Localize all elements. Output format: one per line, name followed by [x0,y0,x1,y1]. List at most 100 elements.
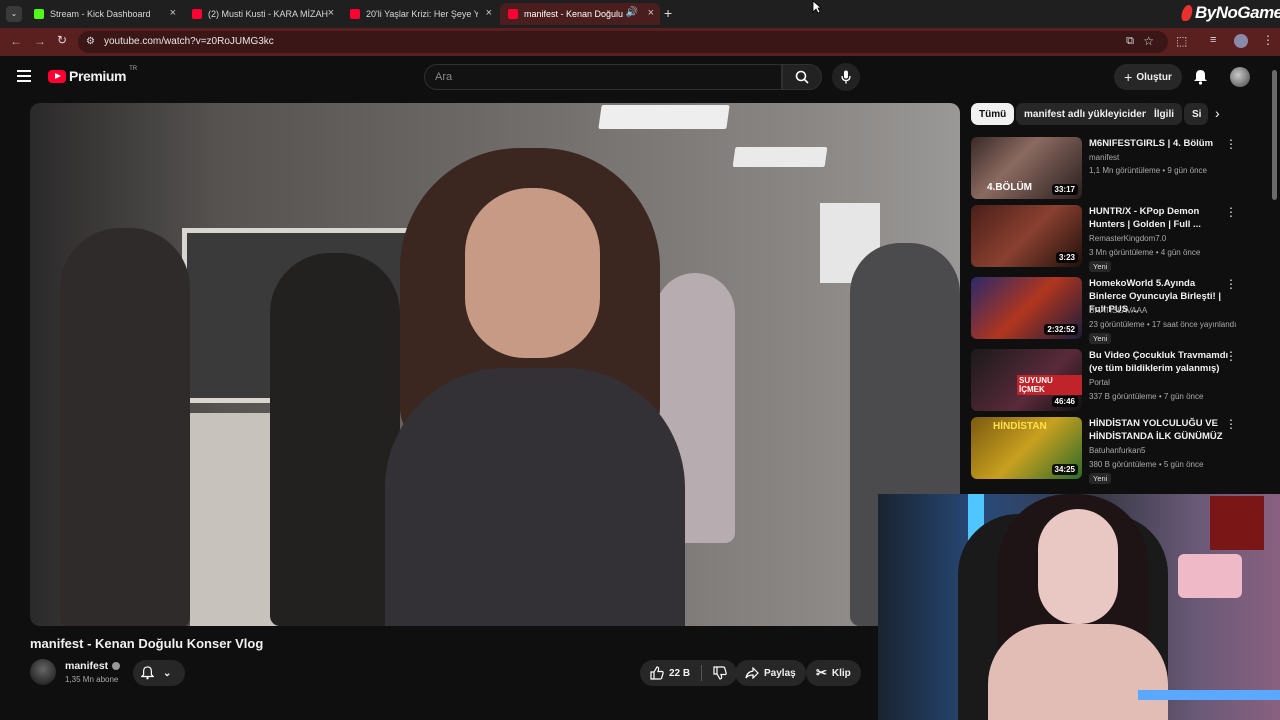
chips-next-arrow-icon[interactable]: › [1215,105,1220,121]
person-black-outfit [270,253,400,626]
site-info-icon[interactable]: ⚙ [86,36,95,47]
close-tab-icon[interactable]: × [648,7,654,19]
new-tab-icon[interactable]: + [664,5,672,21]
share-button[interactable]: Paylaş [735,660,806,686]
scissors-icon: ✂ [816,665,827,680]
video-duration: 3:23 [1055,252,1078,263]
recommendation-item[interactable]: SUYUNU İÇMEK 46:46 Bu Video Çocukluk Tra… [971,349,1261,415]
pillow-decoration [1178,554,1242,598]
search-placeholder: Ara [435,71,453,83]
extensions-icon[interactable]: ⬚ [1176,34,1187,48]
share-label: Paylaş [764,667,796,679]
new-badge: Yeni [1089,261,1112,272]
forward-arrow-icon[interactable]: → [34,34,46,48]
search-input[interactable]: Ara [424,64,782,90]
clip-button[interactable]: ✂ Klip [806,660,861,686]
reload-icon[interactable]: ↻ [57,33,67,47]
kick-favicon-icon [34,9,44,19]
recommendation-channel: BRATISLAVAAA [1089,306,1148,315]
share-arrow-icon [745,667,759,679]
voice-search-button[interactable] [832,63,860,91]
more-actions-icon[interactable]: ⋮ [1225,349,1237,363]
video-player[interactable] [30,103,960,626]
recommendation-item[interactable]: 3:23 HUNTR/X - KPop Demon Hunters | Gold… [971,205,1261,272]
more-actions-icon[interactable]: ⋮ [1225,205,1237,219]
install-app-icon[interactable]: ⧉ [1126,35,1134,48]
like-button[interactable]: 22 B [640,660,738,686]
search-button[interactable] [782,64,822,90]
channel-name[interactable]: manifest [65,660,121,672]
main-subject-top [385,368,685,626]
youtube-logo[interactable]: Premium TR [48,66,138,84]
more-actions-icon[interactable]: ⋮ [1225,277,1237,291]
bynogame-logo: ByNoGame [1180,2,1280,24]
ceiling-light [598,105,730,129]
close-tab-icon[interactable]: × [328,7,334,19]
subscriber-count: 1,35 Mn abone [65,675,119,684]
clip-label: Klip [831,667,851,679]
browser-tab[interactable]: (2) Musti Kusti - KARA MİZAH × [184,3,340,25]
bookmark-star-icon[interactable]: ☆ [1143,34,1154,48]
back-arrow-icon[interactable]: ← [10,34,22,48]
recommendation-title: HUNTR/X - KPop Demon Hunters | Golden | … [1089,206,1201,230]
page-scrollbar[interactable] [1272,70,1277,200]
youtube-favicon-icon [192,9,202,19]
close-tab-icon[interactable]: × [170,7,176,19]
more-actions-icon[interactable]: ⋮ [1225,417,1237,431]
microphone-icon [841,70,851,84]
channel-avatar[interactable] [30,659,56,685]
recommendation-channel: manifest [1089,153,1120,162]
browser-toolbar: ← → ↻ ⚙ youtube.com/watch?v=z0RoJUMG3kc … [0,28,1280,56]
chip-related[interactable]: İlgili [1146,103,1182,125]
poster-decoration [1210,496,1264,550]
tab-list-dropdown-icon[interactable]: ⌄ [6,6,22,22]
new-badge: Yeni [1089,333,1112,344]
address-bar[interactable]: ⚙ youtube.com/watch?v=z0RoJUMG3kc ⧉ ☆ [78,31,1168,53]
account-avatar[interactable] [1230,67,1250,87]
video-duration: 2:32:52 [1044,324,1078,335]
recommendation-item[interactable]: 4.BÖLÜM 33:17 M6NIFESTGIRLS | 4. Bölüm m… [971,137,1261,203]
recommendation-item[interactable]: HİNDİSTAN 34:25 HİNDİSTAN YOLCULUĞU VE H… [971,417,1261,484]
recommendation-item[interactable]: 2:32:52 HomekoWorld 5.Ayında Binlerce Oy… [971,277,1261,344]
ceiling-light [732,147,828,167]
streamer-shoulders [988,624,1168,720]
create-button[interactable]: + Oluştur [1114,64,1182,90]
hamburger-menu-icon[interactable] [17,70,31,82]
thumbs-up-icon [650,666,664,680]
webcam-overlay [878,494,1280,720]
profile-avatar-icon[interactable] [1234,34,1248,48]
browser-tab[interactable]: Stream - Kick Dashboard × [26,3,182,25]
more-actions-icon[interactable]: ⋮ [1225,137,1237,151]
thumbs-down-icon[interactable] [713,666,727,680]
recommendation-meta: 337 B görüntüleme • 7 gün önce [1089,392,1204,401]
recommendation-meta: 380 B görüntüleme • 5 gün önce [1089,460,1204,469]
streamer-face [1038,509,1118,624]
thumbnail-overlay-text: SUYUNU İÇMEK [1017,375,1082,395]
country-badge: TR [129,66,138,72]
video-title: manifest - Kenan Doğulu Konser Vlog [30,636,264,651]
bynogame-flame-icon [1180,5,1194,21]
video-thumbnail: 2:32:52 [971,277,1082,339]
notifications-bell-icon[interactable] [1193,69,1208,85]
video-thumbnail: 3:23 [971,205,1082,267]
browser-tab-active[interactable]: manifest - Kenan Doğulu K 🔊 × [500,3,660,25]
browser-tab[interactable]: 20'li Yaşlar Krizi: Her Şeye Yenid × [342,3,498,25]
audio-playing-icon[interactable]: 🔊 [626,7,638,18]
channel-name-text: manifest [65,660,109,672]
recommendation-meta: 23 görüntüleme • 17 saat önce yayınlandı [1089,320,1237,329]
close-tab-icon[interactable]: × [486,7,492,19]
video-duration: 34:25 [1051,464,1078,475]
chip-all[interactable]: Tümü [971,103,1015,125]
browser-menu-icon[interactable]: ⋮ [1262,33,1274,47]
media-controls-icon[interactable]: ≡ [1210,34,1216,46]
chip-from-uploader[interactable]: manifest adlı yükleyiciden [1016,103,1156,125]
main-subject-face [465,188,600,358]
tab-label: (2) Musti Kusti - KARA MİZAH [208,9,329,19]
video-thumbnail: 4.BÖLÜM 33:17 [971,137,1082,199]
youtube-premium-label: Premium [69,68,127,84]
subscribed-button[interactable]: ⌄ [133,660,185,686]
thumbnail-overlay-text: HİNDİSTAN [993,421,1047,432]
chip-more[interactable]: Si [1184,103,1208,125]
recommendation-title: M6NIFESTGIRLS | 4. Bölüm [1089,138,1214,149]
recommendation-channel: Portal [1089,378,1110,387]
